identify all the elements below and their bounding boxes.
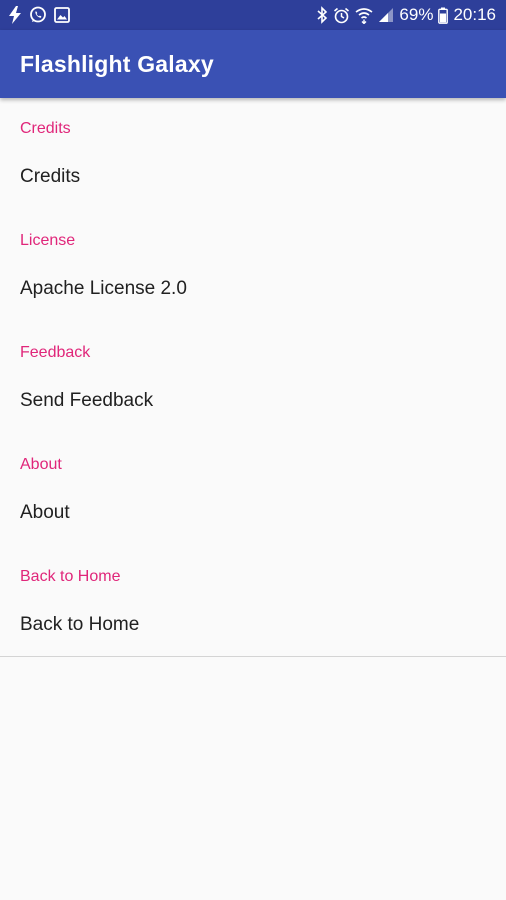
app-title: Flashlight Galaxy <box>20 50 214 77</box>
preference-list: Credits Credits License Apache License 2… <box>0 98 506 658</box>
send-feedback-item[interactable]: Send Feedback <box>0 372 506 430</box>
category-credits: Credits Credits <box>0 98 506 210</box>
alarm-icon <box>333 7 350 24</box>
battery-icon <box>438 7 449 24</box>
license-item[interactable]: Apache License 2.0 <box>0 260 506 318</box>
list-divider <box>0 656 506 657</box>
pref-item-label: About <box>20 502 70 523</box>
pref-item-label: Credits <box>20 166 81 187</box>
category-about: About About <box>0 434 506 546</box>
status-bar-system: 69% 20:16 <box>316 5 496 25</box>
whatsapp-icon <box>29 6 47 24</box>
category-license: License Apache License 2.0 <box>0 210 506 322</box>
pref-item-label: Send Feedback <box>20 390 154 411</box>
pref-item-label: Apache License 2.0 <box>20 278 187 299</box>
category-header: About <box>20 456 62 473</box>
back-to-home-item[interactable]: Back to Home <box>0 596 506 654</box>
category-header: Feedback <box>20 344 91 361</box>
app-bar: Flashlight Galaxy <box>0 30 506 98</box>
credits-item[interactable]: Credits <box>0 148 506 206</box>
gallery-icon <box>54 7 70 23</box>
category-back-to-home: Back to Home Back to Home <box>0 546 506 658</box>
category-feedback: Feedback Send Feedback <box>0 322 506 434</box>
signal-icon <box>378 7 394 23</box>
category-header: Credits <box>20 120 71 137</box>
flash-icon <box>8 6 22 24</box>
status-time: 20:16 <box>453 5 496 24</box>
status-bar-notifications <box>8 6 70 24</box>
bluetooth-icon <box>316 6 328 24</box>
battery-percent: 69% <box>399 5 434 24</box>
about-item[interactable]: About <box>0 484 506 542</box>
category-header: Back to Home <box>20 568 121 585</box>
pref-item-label: Back to Home <box>20 614 140 635</box>
wifi-icon <box>355 7 373 24</box>
category-header: License <box>20 232 76 249</box>
status-bar: 69% 20:16 <box>0 0 506 30</box>
